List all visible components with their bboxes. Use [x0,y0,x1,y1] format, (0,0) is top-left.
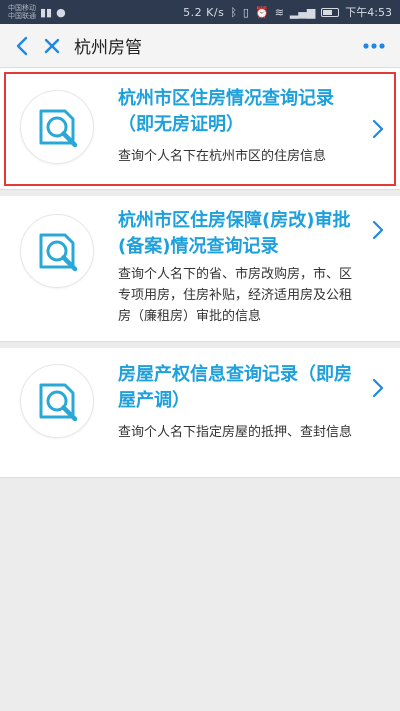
item-title: 杭州市区住房情况查询记录（即无房证明） [118,88,334,135]
back-button[interactable] [6,24,38,68]
more-button[interactable] [352,24,396,68]
clock: 下午4:53 [345,6,392,19]
item-description: 查询个人名下的省、市房改购房，市、区专项用房，住房补贴，经济适用房及公租房（廉租… [118,267,353,324]
page-title: 杭州房管 [74,38,142,58]
wifi-icon: ≋ [274,5,284,19]
nav-bar: 杭州房管 [0,24,400,68]
list-item-housing-security-record[interactable]: 杭州市区住房保障(房改)审批(备案)情况查询记录 查询个人名下的省、市房改购房，… [0,196,400,342]
item-text: 杭州市区住房保障(房改)审批(备案)情况查询记录 查询个人名下的省、市房改购房，… [118,208,362,327]
chevron-right-icon [368,117,388,141]
item-icon-wrapper [20,214,94,288]
carrier-1: 中国移动 [8,4,36,12]
close-button[interactable] [38,24,66,68]
battery-icon [321,7,340,17]
hd-icon: ▮▮ [40,5,53,19]
service-list: 杭州市区住房情况查询记录（即无房证明） 查询个人名下在杭州市区的住房信息 杭州市… [0,68,400,478]
chevron-left-icon [16,36,28,55]
status-right: 5.2 K/s ᛒ ▯ ⏰ ≋ ▂▄▆ 下午4:53 [183,4,392,20]
item-icon-wrapper [20,90,94,164]
item-text: 房屋产权信息查询记录（即房屋产调） 查询个人名下指定房屋的抵押、查封信息 [118,362,362,443]
bluetooth-icon: ᛒ [230,5,237,19]
wechat-icon: ● [56,5,66,19]
chevron-right-icon [368,376,388,400]
list-item-property-rights-record[interactable]: 房屋产权信息查询记录（即房屋产调） 查询个人名下指定房屋的抵押、查封信息 [0,348,400,478]
item-description: 查询个人名下在杭州市区的住房信息 [118,149,327,164]
magnifier-document-icon [39,109,78,148]
status-bar: 中国移动 中国联通 ▮▮ ● 5.2 K/s ᛒ ▯ ⏰ ≋ ▂▄▆ 下午4:5… [0,0,400,24]
nfc-icon: ▯ [242,5,249,19]
magnifier-document-icon [39,233,78,272]
item-description: 查询个人名下指定房屋的抵押、查封信息 [118,425,353,440]
close-icon [44,38,60,53]
alarm-icon: ⏰ [254,5,269,19]
carrier-labels: 中国移动 中国联通 [8,4,36,20]
item-title: 杭州市区住房保障(房改)审批(备案)情况查询记录 [118,210,351,257]
more-icon [363,42,385,49]
item-text: 杭州市区住房情况查询记录（即无房证明） 查询个人名下在杭州市区的住房信息 [118,86,362,167]
network-speed: 5.2 K/s [183,5,225,19]
item-title: 房屋产权信息查询记录（即房屋产调） [118,364,352,411]
status-left: 中国移动 中国联通 ▮▮ ● [8,4,66,20]
carrier-2: 中国联通 [8,12,36,20]
list-item-housing-record[interactable]: 杭州市区住房情况查询记录（即无房证明） 查询个人名下在杭州市区的住房信息 [0,68,400,190]
magnifier-document-icon [39,383,78,422]
item-icon-wrapper [20,364,94,438]
chevron-right-icon [368,218,388,242]
signal-icon: ▂▄▆ [289,5,316,19]
